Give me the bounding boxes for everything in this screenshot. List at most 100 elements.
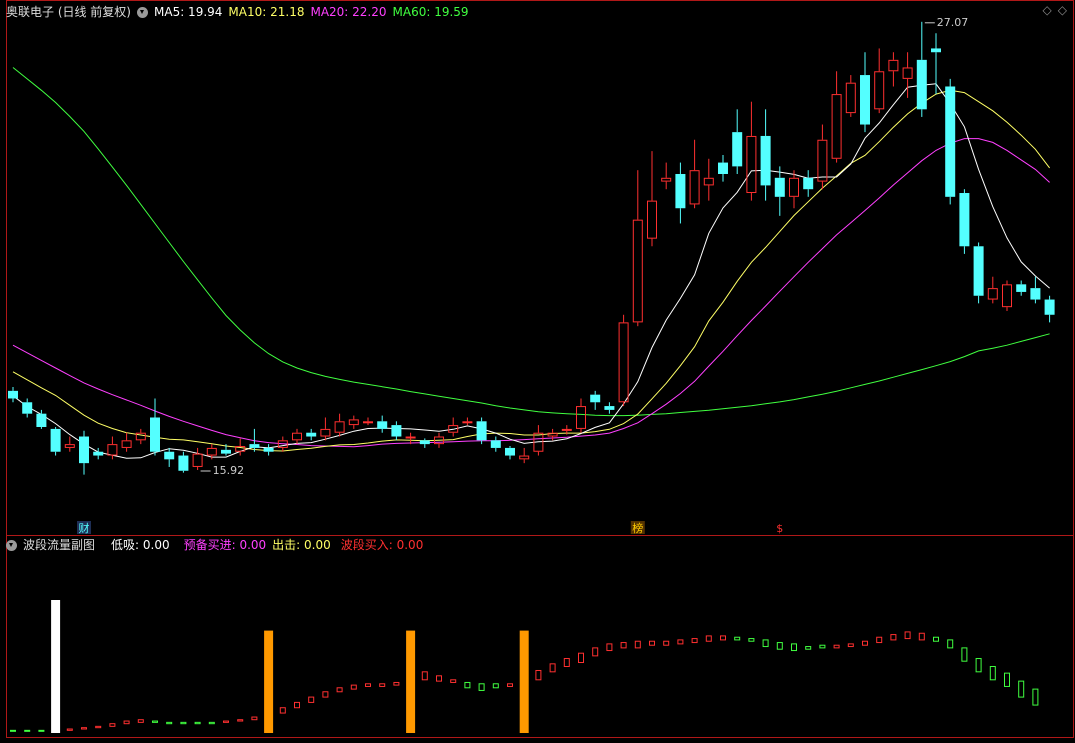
event-marker-1: 榜	[632, 521, 643, 535]
candle-down	[391, 425, 402, 437]
sub-bar-red	[705, 635, 712, 642]
candle-down	[945, 86, 956, 197]
candle-down	[604, 406, 615, 410]
sub-bar-green	[933, 636, 939, 642]
candle-up	[888, 59, 899, 72]
sub-bar-green	[961, 647, 968, 662]
sub-bar-green	[24, 729, 31, 732]
sub-bar-green	[748, 638, 755, 642]
candle-up	[987, 288, 998, 300]
sub-bar-red	[862, 640, 868, 646]
sub-bar-green	[166, 721, 173, 725]
candle-down	[732, 132, 743, 167]
sub-bar-red	[393, 681, 400, 686]
yubei-label: 预备买进: 0.00	[183, 538, 267, 552]
candle-down	[263, 447, 274, 452]
candle-up	[462, 421, 473, 424]
candle-down	[760, 135, 771, 186]
sub-bar-green	[464, 681, 471, 689]
sub-bar-red	[66, 728, 73, 731]
ma5-line	[12, 83, 1050, 459]
dixi-label: 低吸: 0.00	[111, 538, 170, 552]
price-annotation-0: 27.07	[937, 16, 969, 29]
candle-down	[1016, 284, 1027, 292]
sub-bar-green	[492, 683, 499, 689]
sub-bar-red	[436, 675, 442, 682]
sub-bar-green	[819, 644, 826, 649]
diamond-icon[interactable]: ◇	[1043, 3, 1052, 17]
sub-bar-red	[563, 658, 570, 668]
candle-down	[860, 75, 870, 125]
sub-bar-red	[336, 687, 343, 693]
candle-up	[746, 135, 757, 194]
candle-up	[874, 71, 885, 110]
sub-bar-red	[535, 669, 542, 681]
candle-down	[22, 402, 33, 414]
sub-bar-green	[180, 721, 187, 725]
sub-indicator-title: 波段流量副图	[23, 538, 96, 552]
candle-down	[8, 390, 18, 399]
sub-bar-red	[691, 638, 698, 644]
candle-down	[306, 432, 317, 437]
candle-down	[803, 177, 814, 190]
candle-up	[789, 177, 799, 197]
boduan-label: 波段买入: 0.00	[340, 538, 424, 552]
candle-down	[79, 436, 89, 464]
candle-down	[774, 177, 785, 197]
sub-bar-green	[1032, 688, 1039, 706]
sub-bar-red	[279, 707, 286, 714]
sub-bar-red	[578, 652, 584, 664]
chuji-label: 出击: 0.00	[272, 538, 331, 552]
sub-bar-red	[109, 723, 116, 727]
candle-down	[476, 421, 487, 441]
candle-up	[576, 406, 586, 429]
candle-up	[206, 447, 217, 456]
chart-canvas[interactable]: 27.07 15.92 财 榜 $	[0, 0, 1075, 739]
sub-bar-red	[592, 647, 599, 657]
sub-bar-red	[123, 720, 130, 725]
candle-up	[618, 322, 629, 403]
candle-up	[845, 82, 856, 114]
sub-bar-red	[251, 716, 258, 721]
sub-bar-red	[95, 725, 102, 729]
candle-down	[505, 447, 515, 456]
sub-bar-red	[421, 671, 428, 681]
diamond-icon[interactable]: ◇	[1058, 3, 1067, 17]
ma60-label: MA60: 19.59	[392, 5, 469, 19]
candle-down	[50, 428, 61, 452]
candle-down	[249, 444, 260, 448]
sub-bar-red	[350, 684, 357, 690]
event-marker-0: 财	[79, 521, 90, 535]
candle-down	[1044, 299, 1055, 315]
candle-up	[348, 419, 359, 426]
candle-up	[64, 444, 75, 448]
sub-bar-red	[237, 719, 244, 722]
candle-up	[192, 453, 203, 467]
candle-down	[377, 421, 388, 429]
candle-up	[121, 440, 132, 448]
sub-bar-red	[833, 644, 840, 649]
sub-bar-red	[606, 643, 613, 652]
candle-down	[973, 246, 984, 296]
candle-up	[561, 428, 572, 431]
candle-down	[718, 162, 728, 174]
sub-bar-green	[947, 639, 954, 649]
sub-bar-red	[507, 683, 513, 687]
candle-down	[36, 413, 47, 428]
dropdown-icon[interactable]	[137, 6, 148, 18]
sub-bar-orange	[264, 630, 274, 733]
candle-up	[831, 94, 842, 159]
sub-bar-white	[51, 600, 61, 733]
candle-down	[675, 173, 686, 209]
sub-bar-red	[294, 701, 300, 709]
sub-bar-green	[762, 639, 769, 648]
sub-bar-red	[634, 640, 641, 649]
candle-up	[320, 428, 331, 437]
candle-up	[647, 200, 657, 239]
sub-bar-green	[989, 666, 996, 681]
sub-bar-red	[663, 640, 670, 646]
sub-bar-green	[478, 683, 485, 691]
candle-down	[490, 440, 501, 448]
dropdown-icon[interactable]	[6, 539, 17, 551]
ma20-label: MA20: 22.20	[310, 5, 387, 19]
